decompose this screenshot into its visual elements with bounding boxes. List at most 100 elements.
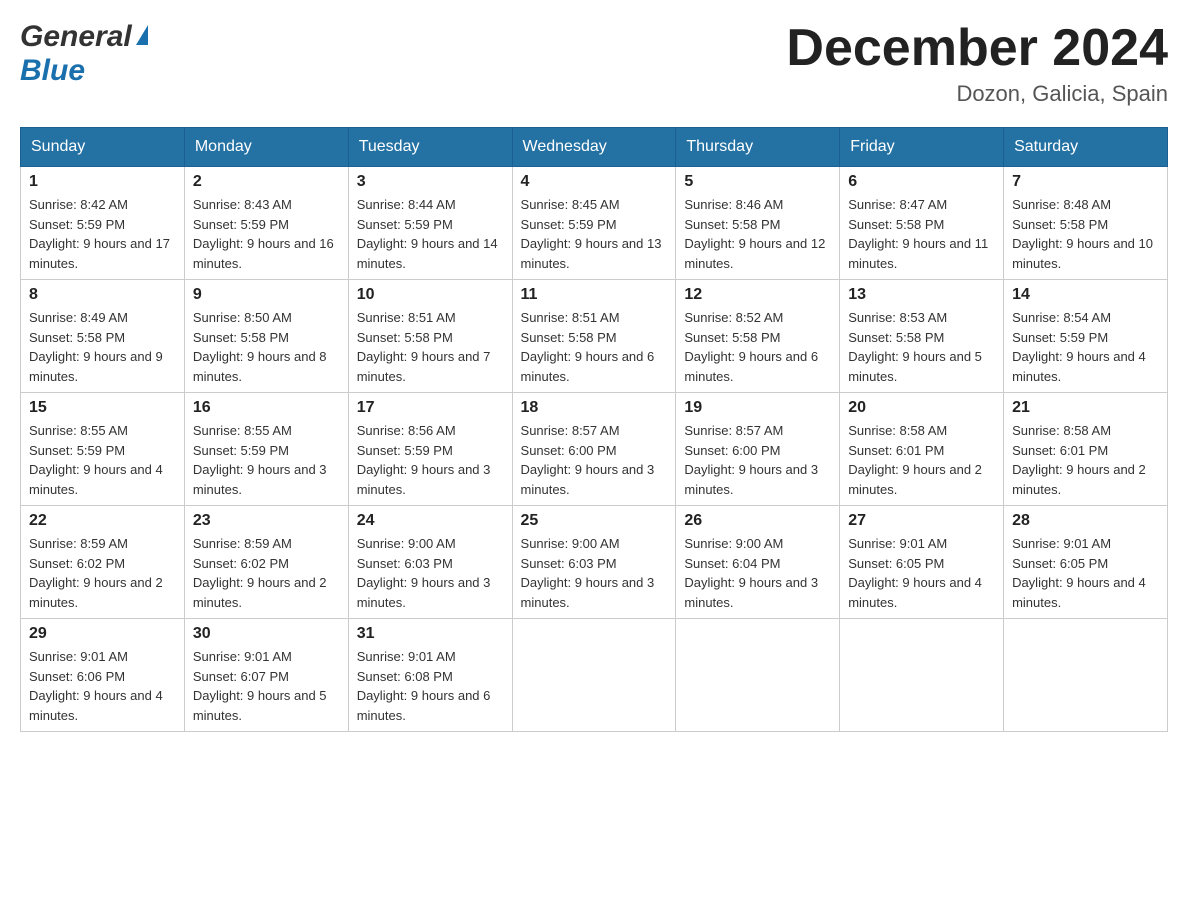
day-number: 15 <box>29 399 176 417</box>
day-number: 2 <box>193 173 340 191</box>
day-info: Sunrise: 8:49 AMSunset: 5:58 PMDaylight:… <box>29 308 176 386</box>
logo-blue: Blue <box>20 54 148 88</box>
day-cell: 22 Sunrise: 8:59 AMSunset: 6:02 PMDayligh… <box>21 506 185 619</box>
day-info: Sunrise: 8:52 AMSunset: 5:58 PMDaylight:… <box>684 308 831 386</box>
day-cell: 5Sunrise: 8:46 AMSunset: 5:58 PMDaylight… <box>676 167 840 280</box>
day-info: Sunrise: 8:59 AMSunset: 6:02 PMDaylight:… <box>29 534 176 612</box>
day-info: Sunrise: 8:57 AMSunset: 6:00 PMDaylight:… <box>521 421 668 499</box>
week-row-5: 29 Sunrise: 9:01 AMSunset: 6:06 PMDayligh… <box>21 619 1168 732</box>
day-cell: 10Sunrise: 8:51 AMSunset: 5:58 PMDayligh… <box>348 280 512 393</box>
day-info: Sunrise: 8:58 AMSunset: 6:01 PMDaylight:… <box>1012 421 1159 499</box>
day-info: Sunrise: 8:55 AMSunset: 5:59 PMDaylight:… <box>193 421 340 499</box>
day-cell: 21 Sunrise: 8:58 AMSunset: 6:01 PMDayligh… <box>1004 393 1168 506</box>
month-title: December 2024 <box>786 20 1168 77</box>
day-number: 20 <box>848 399 995 417</box>
day-number: 26 <box>684 512 831 530</box>
week-row-1: 1 Sunrise: 8:42 AMSunset: 5:59 PMDaylight… <box>21 167 1168 280</box>
day-info: Sunrise: 8:58 AMSunset: 6:01 PMDaylight:… <box>848 421 995 499</box>
day-number: 17 <box>357 399 504 417</box>
day-number: 22 <box>29 512 176 530</box>
day-number: 31 <box>357 625 504 643</box>
logo-general: General <box>20 20 132 54</box>
day-cell: 16 Sunrise: 8:55 AMSunset: 5:59 PMDayligh… <box>184 393 348 506</box>
day-number: 21 <box>1012 399 1159 417</box>
day-number: 5 <box>684 173 831 191</box>
day-number: 4 <box>521 173 668 191</box>
day-cell: 30 Sunrise: 9:01 AMSunset: 6:07 PMDayligh… <box>184 619 348 732</box>
title-section: December 2024 Dozon, Galicia, Spain <box>786 20 1168 107</box>
day-cell: 31Sunrise: 9:01 AMSunset: 6:08 PMDayligh… <box>348 619 512 732</box>
day-cell: 27 Sunrise: 9:01 AMSunset: 6:05 PMDayligh… <box>840 506 1004 619</box>
day-header-friday: Friday <box>840 128 1004 167</box>
day-number: 18 <box>521 399 668 417</box>
location-title: Dozon, Galicia, Spain <box>786 81 1168 107</box>
day-cell: 26Sunrise: 9:00 AMSunset: 6:04 PMDayligh… <box>676 506 840 619</box>
day-number: 12 <box>684 286 831 304</box>
day-cell: 2 Sunrise: 8:43 AMSunset: 5:59 PMDaylight… <box>184 167 348 280</box>
day-number: 19 <box>684 399 831 417</box>
day-number: 25 <box>521 512 668 530</box>
day-info: Sunrise: 9:01 AMSunset: 6:06 PMDaylight:… <box>29 647 176 725</box>
day-number: 16 <box>193 399 340 417</box>
day-cell: 6 Sunrise: 8:47 AMSunset: 5:58 PMDaylight… <box>840 167 1004 280</box>
day-cell: 9Sunrise: 8:50 AMSunset: 5:58 PMDaylight… <box>184 280 348 393</box>
page-header: General Blue December 2024 Dozon, Galici… <box>20 20 1168 107</box>
day-number: 7 <box>1012 173 1159 191</box>
day-info: Sunrise: 9:00 AMSunset: 6:03 PMDaylight:… <box>521 534 668 612</box>
day-number: 23 <box>193 512 340 530</box>
day-cell: 12 Sunrise: 8:52 AMSunset: 5:58 PMDayligh… <box>676 280 840 393</box>
day-info: Sunrise: 8:57 AMSunset: 6:00 PMDaylight:… <box>684 421 831 499</box>
day-cell <box>512 619 676 732</box>
day-cell: 1 Sunrise: 8:42 AMSunset: 5:59 PMDaylight… <box>21 167 185 280</box>
day-cell: 20 Sunrise: 8:58 AMSunset: 6:01 PMDayligh… <box>840 393 1004 506</box>
day-info: Sunrise: 8:47 AMSunset: 5:58 PMDaylight:… <box>848 195 995 273</box>
day-cell: 29 Sunrise: 9:01 AMSunset: 6:06 PMDayligh… <box>21 619 185 732</box>
day-info: Sunrise: 8:56 AMSunset: 5:59 PMDaylight:… <box>357 421 504 499</box>
day-cell: 14 Sunrise: 8:54 AMSunset: 5:59 PMDayligh… <box>1004 280 1168 393</box>
day-info: Sunrise: 9:01 AMSunset: 6:05 PMDaylight:… <box>848 534 995 612</box>
day-number: 27 <box>848 512 995 530</box>
day-number: 8 <box>29 286 176 304</box>
logo: General Blue <box>20 20 148 88</box>
week-row-4: 22 Sunrise: 8:59 AMSunset: 6:02 PMDayligh… <box>21 506 1168 619</box>
day-header-saturday: Saturday <box>1004 128 1168 167</box>
day-cell: 25 Sunrise: 9:00 AMSunset: 6:03 PMDayligh… <box>512 506 676 619</box>
logo-triangle-icon <box>136 25 148 45</box>
day-cell: 13Sunrise: 8:53 AMSunset: 5:58 PMDayligh… <box>840 280 1004 393</box>
week-row-3: 15 Sunrise: 8:55 AMSunset: 5:59 PMDayligh… <box>21 393 1168 506</box>
week-row-2: 8 Sunrise: 8:49 AMSunset: 5:58 PMDaylight… <box>21 280 1168 393</box>
day-number: 29 <box>29 625 176 643</box>
day-cell: 4 Sunrise: 8:45 AMSunset: 5:59 PMDaylight… <box>512 167 676 280</box>
day-info: Sunrise: 8:55 AMSunset: 5:59 PMDaylight:… <box>29 421 176 499</box>
day-info: Sunrise: 8:50 AMSunset: 5:58 PMDaylight:… <box>193 308 340 386</box>
day-info: Sunrise: 8:45 AMSunset: 5:59 PMDaylight:… <box>521 195 668 273</box>
day-number: 24 <box>357 512 504 530</box>
day-cell: 28 Sunrise: 9:01 AMSunset: 6:05 PMDayligh… <box>1004 506 1168 619</box>
day-number: 1 <box>29 173 176 191</box>
day-header-thursday: Thursday <box>676 128 840 167</box>
day-cell: 23 Sunrise: 8:59 AMSunset: 6:02 PMDayligh… <box>184 506 348 619</box>
day-cell: 24Sunrise: 9:00 AMSunset: 6:03 PMDayligh… <box>348 506 512 619</box>
day-info: Sunrise: 8:43 AMSunset: 5:59 PMDaylight:… <box>193 195 340 273</box>
day-cell: 7Sunrise: 8:48 AMSunset: 5:58 PMDaylight… <box>1004 167 1168 280</box>
day-cell: 11 Sunrise: 8:51 AMSunset: 5:58 PMDayligh… <box>512 280 676 393</box>
day-info: Sunrise: 8:54 AMSunset: 5:59 PMDaylight:… <box>1012 308 1159 386</box>
day-number: 14 <box>1012 286 1159 304</box>
day-number: 28 <box>1012 512 1159 530</box>
day-number: 30 <box>193 625 340 643</box>
day-info: Sunrise: 8:51 AMSunset: 5:58 PMDaylight:… <box>521 308 668 386</box>
day-header-monday: Monday <box>184 128 348 167</box>
day-cell: 17 Sunrise: 8:56 AMSunset: 5:59 PMDayligh… <box>348 393 512 506</box>
day-info: Sunrise: 8:51 AMSunset: 5:58 PMDaylight:… <box>357 308 504 386</box>
day-info: Sunrise: 9:01 AMSunset: 6:05 PMDaylight:… <box>1012 534 1159 612</box>
day-info: Sunrise: 8:59 AMSunset: 6:02 PMDaylight:… <box>193 534 340 612</box>
calendar-table: SundayMondayTuesdayWednesdayThursdayFrid… <box>20 127 1168 732</box>
day-info: Sunrise: 9:01 AMSunset: 6:07 PMDaylight:… <box>193 647 340 725</box>
day-number: 13 <box>848 286 995 304</box>
day-number: 6 <box>848 173 995 191</box>
day-header-tuesday: Tuesday <box>348 128 512 167</box>
day-cell: 3Sunrise: 8:44 AMSunset: 5:59 PMDaylight… <box>348 167 512 280</box>
day-number: 11 <box>521 286 668 304</box>
day-info: Sunrise: 8:42 AMSunset: 5:59 PMDaylight:… <box>29 195 176 273</box>
day-cell <box>840 619 1004 732</box>
